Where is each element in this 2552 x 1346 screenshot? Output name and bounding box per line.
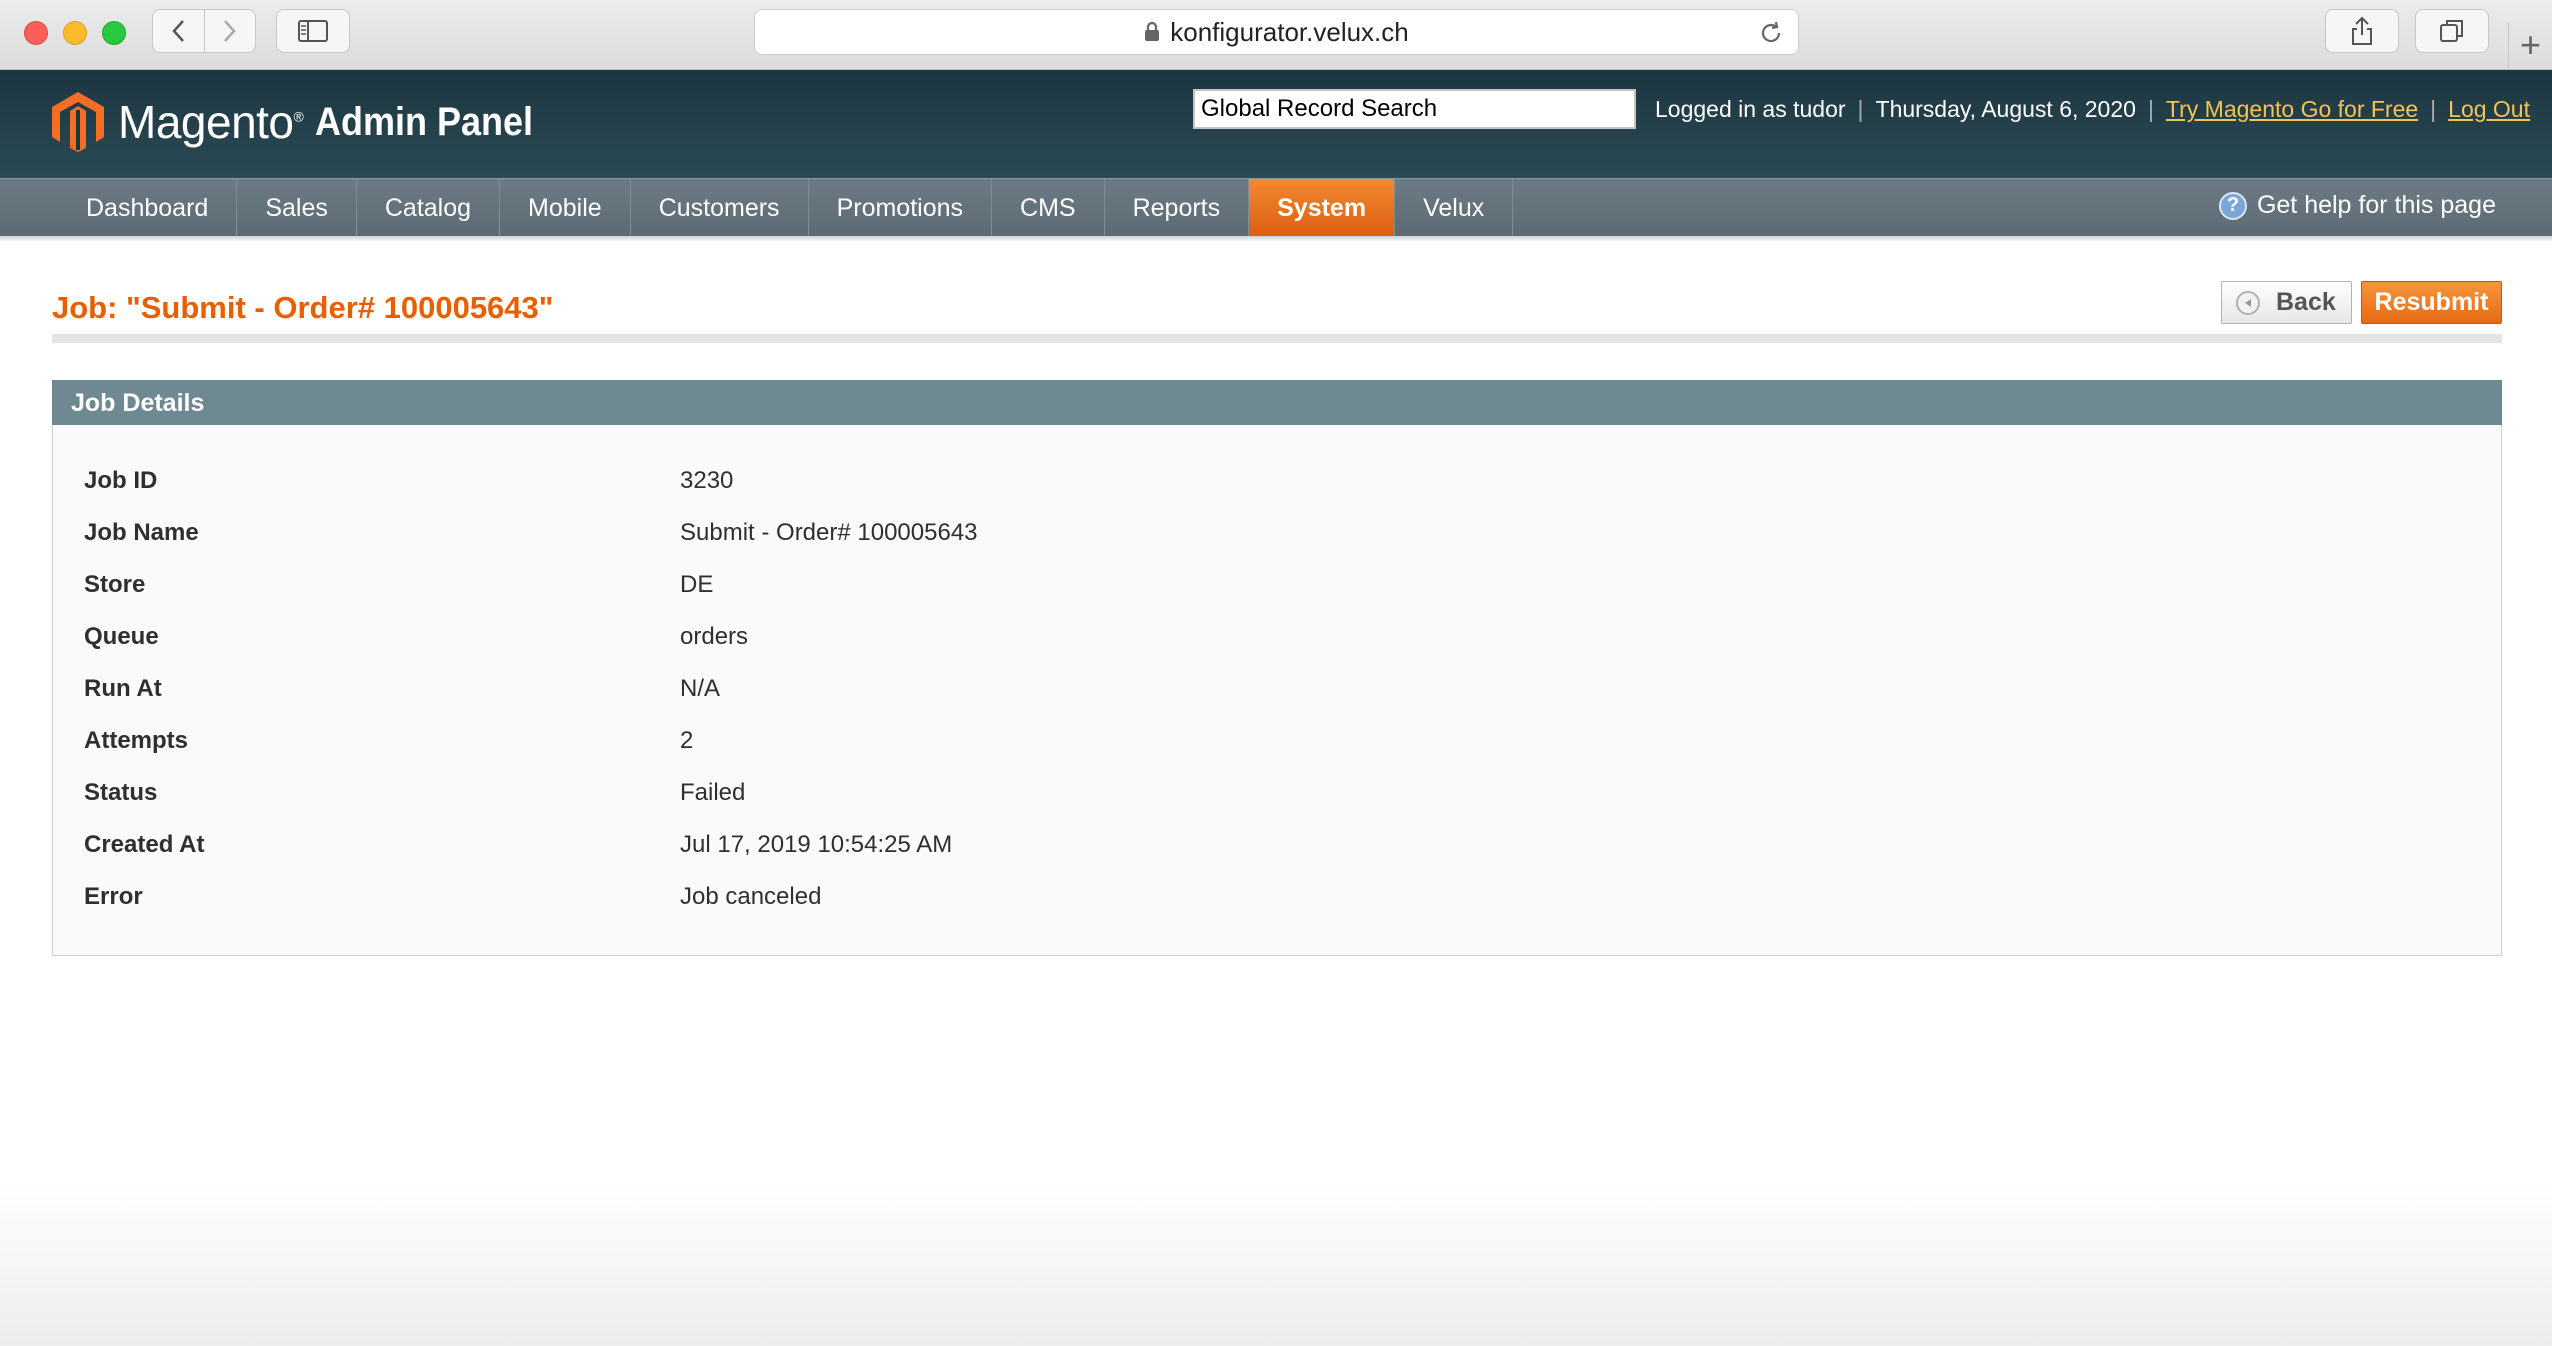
reload-icon[interactable] xyxy=(1758,20,1784,53)
global-search-input[interactable] xyxy=(1193,89,1636,129)
detail-value: Submit - Order# 100005643 xyxy=(680,519,978,546)
detail-row-status: Status Failed xyxy=(84,773,745,813)
detail-value: Jul 17, 2019 10:54:25 AM xyxy=(680,831,953,858)
detail-row-error: Error Job canceled xyxy=(84,877,821,917)
header-links: Logged in as tudor | Thursday, August 6,… xyxy=(1654,96,2530,123)
detail-value: Failed xyxy=(680,779,746,806)
detail-value: orders xyxy=(680,623,749,650)
help-label: Get help for this page xyxy=(2256,191,2496,219)
detail-value: 2 xyxy=(680,727,694,754)
zoom-window-button[interactable] xyxy=(102,21,126,45)
close-window-button[interactable] xyxy=(24,21,48,45)
detail-label: Job Name xyxy=(84,519,199,546)
chevron-left-icon xyxy=(172,20,185,42)
title-divider xyxy=(52,334,2502,343)
chevron-right-icon xyxy=(223,20,236,42)
plus-icon: + xyxy=(2519,24,2542,65)
detail-row-queue: Queue orders xyxy=(84,617,748,657)
page-title: Job: "Submit - Order# 100005643" xyxy=(52,290,554,325)
detail-label: Status xyxy=(84,779,158,806)
forward-nav-button[interactable] xyxy=(205,10,256,52)
job-details-heading: Job Details xyxy=(52,380,2502,425)
sidebar-icon xyxy=(298,20,328,42)
nav-item-cms[interactable]: CMS xyxy=(992,179,1105,237)
nav-item-system[interactable]: System xyxy=(1249,179,1396,237)
back-label: Back xyxy=(2276,288,2336,316)
tabs-icon xyxy=(2440,20,2463,42)
detail-value: 3230 xyxy=(680,467,734,494)
back-button[interactable]: Back xyxy=(2221,281,2352,324)
help-link[interactable]: ? Get help for this page xyxy=(2218,191,2496,220)
share-button[interactable] xyxy=(2325,9,2399,53)
detail-label: Store xyxy=(84,571,146,598)
detail-row-created-at: Created At Jul 17, 2019 10:54:25 AM xyxy=(84,825,952,865)
try-magento-go-link[interactable]: Try Magento Go for Free xyxy=(2166,96,2418,123)
browser-toolbar: konfigurator.velux.ch + xyxy=(0,0,2552,70)
sidebar-toggle-button[interactable] xyxy=(276,9,350,53)
footer-area xyxy=(0,1180,2552,1346)
logged-in-text: Logged in as tudor xyxy=(1654,96,1846,122)
detail-row-job-name: Job Name Submit - Order# 100005643 xyxy=(84,513,978,553)
tab-overview-button[interactable] xyxy=(2415,9,2489,53)
url-text: konfigurator.velux.ch xyxy=(1170,16,1409,47)
magento-logo[interactable]: Magento® Admin Panel xyxy=(50,90,558,154)
resubmit-button[interactable]: Resubmit xyxy=(2361,281,2502,324)
history-nav xyxy=(152,9,256,53)
detail-label: Attempts xyxy=(84,727,189,754)
detail-label: Queue xyxy=(84,623,159,650)
detail-label: Job ID xyxy=(84,467,158,494)
new-tab-button[interactable]: + xyxy=(2508,22,2552,68)
logo-subtitle: Admin Panel xyxy=(315,99,534,144)
nav-item-catalog[interactable]: Catalog xyxy=(357,179,501,237)
detail-value: N/A xyxy=(680,675,721,702)
admin-header: Magento® Admin Panel Logged in as tudor … xyxy=(0,70,2552,178)
detail-label: Error xyxy=(84,883,143,910)
detail-label: Created At xyxy=(84,831,205,858)
logo-text: Magento® xyxy=(118,96,304,148)
logout-link[interactable]: Log Out xyxy=(2448,96,2530,123)
detail-row-store: Store DE xyxy=(84,565,713,605)
lock-icon xyxy=(1144,22,1160,42)
detail-value: DE xyxy=(680,571,714,598)
nav-item-velux[interactable]: Velux xyxy=(1395,179,1514,237)
back-nav-button[interactable] xyxy=(153,10,205,52)
help-icon: ? xyxy=(2218,191,2247,220)
nav-menu: Dashboard Sales Catalog Mobile Customers… xyxy=(58,179,1514,237)
nav-item-customers[interactable]: Customers xyxy=(631,179,809,237)
share-icon xyxy=(2352,16,2372,45)
nav-item-reports[interactable]: Reports xyxy=(1105,179,1250,237)
nav-item-dashboard[interactable]: Dashboard xyxy=(58,179,238,237)
minimize-window-button[interactable] xyxy=(63,21,87,45)
current-date: Thursday, August 6, 2020 xyxy=(1875,96,2136,122)
address-bar[interactable]: konfigurator.velux.ch xyxy=(754,9,1799,55)
job-details-panel: Job ID 3230 Job Name Submit - Order# 100… xyxy=(52,425,2502,956)
main-nav: Dashboard Sales Catalog Mobile Customers… xyxy=(0,178,2552,237)
nav-item-mobile[interactable]: Mobile xyxy=(500,179,631,237)
nav-item-sales[interactable]: Sales xyxy=(237,179,357,237)
detail-row-job-id: Job ID 3230 xyxy=(84,461,733,501)
detail-label: Run At xyxy=(84,675,162,702)
back-arrow-icon xyxy=(2236,290,2260,315)
detail-value: Job canceled xyxy=(680,883,822,910)
magento-logo-icon xyxy=(52,92,104,152)
nav-item-promotions[interactable]: Promotions xyxy=(809,179,993,237)
detail-row-run-at: Run At N/A xyxy=(84,669,720,709)
detail-row-attempts: Attempts 2 xyxy=(84,721,693,761)
